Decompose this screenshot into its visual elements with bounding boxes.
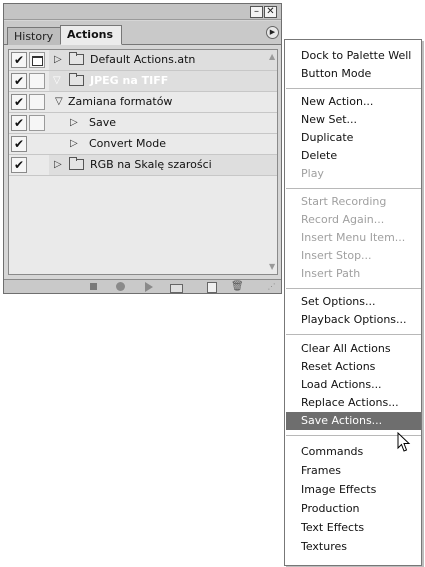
menu-item-image-effects[interactable]: Image Effects <box>286 481 421 499</box>
close-button[interactable]: ✕ <box>264 6 277 18</box>
actions-palette: – ✕ History Actions ▶ ✔ ▷ Default Action… <box>3 3 282 294</box>
toggle-checkbox[interactable]: ✔ <box>11 157 27 173</box>
expand-triangle-icon[interactable]: ▷ <box>70 117 78 129</box>
tab-actions[interactable]: Actions <box>60 25 122 45</box>
menu-item-new-action[interactable]: New Action... <box>286 93 421 111</box>
menu-item-save-actions[interactable]: Save Actions... <box>286 412 421 430</box>
record-icon[interactable] <box>115 281 126 292</box>
menu-item-reset-actions[interactable]: Reset Actions <box>286 358 421 376</box>
menu-item-dock-to-palette-well[interactable]: Dock to Palette Well <box>286 47 421 65</box>
toggle-checkbox[interactable]: ✔ <box>11 115 27 131</box>
menu-item-production[interactable]: Production <box>286 500 421 518</box>
resize-grip-icon[interactable]: ⋰ <box>266 281 277 292</box>
menu-item-replace-actions[interactable]: Replace Actions... <box>286 394 421 412</box>
new-set-icon[interactable] <box>170 281 183 293</box>
command-convert-mode[interactable]: ✔ ▷ Convert Mode <box>9 134 277 155</box>
action-zamiana-formatow[interactable]: ✔ ▽ Zamiana formatów <box>9 92 277 113</box>
command-save[interactable]: ✔ ▷ Save <box>9 113 277 134</box>
folder-icon <box>69 157 84 170</box>
menu-item-start-recording[interactable]: Start Recording <box>286 193 421 211</box>
menu-item-button-mode[interactable]: Button Mode <box>286 65 421 83</box>
play-icon[interactable] <box>143 281 154 292</box>
menu-item-insert-menu-item[interactable]: Insert Menu Item... <box>286 229 421 247</box>
collapse-triangle-icon[interactable]: ▽ <box>55 96 63 108</box>
toggle-checkbox[interactable]: ✔ <box>11 136 27 152</box>
collapse-triangle-icon[interactable]: ▽ <box>53 75 61 87</box>
menu-item-insert-stop[interactable]: Insert Stop... <box>286 247 421 265</box>
menu-item-play[interactable]: Play <box>286 165 421 183</box>
dialog-toggle-icon[interactable] <box>29 115 45 131</box>
actions-flyout-menu: Dock to Palette Well Button Mode New Act… <box>284 39 422 566</box>
menu-separator <box>286 288 421 289</box>
minimize-button[interactable]: – <box>250 6 263 18</box>
action-set-rgb-na-skale-szarosci[interactable]: ✔ ▷ RGB na Skalę szarości <box>9 155 277 176</box>
row-label: RGB na Skalę szarości <box>90 158 212 171</box>
palette-menu-arrow-icon[interactable]: ▶ <box>266 26 279 39</box>
dialog-toggle-icon[interactable] <box>29 94 45 110</box>
menu-item-delete[interactable]: Delete <box>286 147 421 165</box>
menu-item-text-effects[interactable]: Text Effects <box>286 519 421 537</box>
menu-item-playback-options[interactable]: Playback Options... <box>286 311 421 329</box>
expand-triangle-icon[interactable]: ▷ <box>54 159 62 171</box>
palette-bottom-bar: 🗑 ⋰ <box>4 279 281 293</box>
menu-item-clear-all-actions[interactable]: Clear All Actions <box>286 340 421 358</box>
menu-item-insert-path[interactable]: Insert Path <box>286 265 421 283</box>
toggle-checkbox[interactable]: ✔ <box>11 73 27 89</box>
dialog-toggle-icon[interactable] <box>29 73 45 89</box>
action-set-jpeg-na-tiff[interactable]: ✔ ▽ JPEG na TIFF <box>9 71 277 92</box>
palette-tab-bar: History Actions ▶ <box>4 21 281 45</box>
menu-item-record-again[interactable]: Record Again... <box>286 211 421 229</box>
folder-icon <box>69 73 84 86</box>
new-action-icon[interactable] <box>206 281 217 293</box>
palette-title-bar[interactable]: – ✕ <box>4 4 281 20</box>
toggle-checkbox[interactable]: ✔ <box>11 94 27 110</box>
menu-item-frames[interactable]: Frames <box>286 462 421 480</box>
menu-item-textures[interactable]: Textures <box>286 538 421 556</box>
row-label: Default Actions.atn <box>90 53 196 66</box>
list-scrollbar[interactable]: ▲ ▼ <box>269 50 277 274</box>
menu-item-set-options[interactable]: Set Options... <box>286 293 421 311</box>
action-set-default-actions[interactable]: ✔ ▷ Default Actions.atn <box>9 50 277 71</box>
tab-history[interactable]: History <box>7 27 61 45</box>
mouse-pointer-icon <box>397 432 411 452</box>
toggle-checkbox[interactable]: ✔ <box>11 52 27 68</box>
row-label: Convert Mode <box>89 137 166 150</box>
stop-icon[interactable] <box>88 281 99 292</box>
row-label: Zamiana formatów <box>68 95 173 108</box>
scroll-up-arrow-icon[interactable]: ▲ <box>269 52 275 61</box>
menu-separator <box>286 88 421 89</box>
expand-triangle-icon[interactable]: ▷ <box>70 138 78 150</box>
menu-item-duplicate[interactable]: Duplicate <box>286 129 421 147</box>
menu-separator <box>286 188 421 189</box>
expand-triangle-icon[interactable]: ▷ <box>54 54 62 66</box>
menu-item-new-set[interactable]: New Set... <box>286 111 421 129</box>
dialog-toggle-icon[interactable] <box>29 52 45 68</box>
actions-list: ✔ ▷ Default Actions.atn ✔ ▽ JPEG na TIFF… <box>8 49 278 275</box>
menu-separator <box>286 334 421 335</box>
menu-item-load-actions[interactable]: Load Actions... <box>286 376 421 394</box>
scroll-down-arrow-icon[interactable]: ▼ <box>269 262 275 271</box>
folder-icon <box>69 52 84 65</box>
row-label: Save <box>89 116 117 129</box>
trash-icon[interactable]: 🗑 <box>231 281 244 292</box>
row-label: JPEG na TIFF <box>90 74 169 87</box>
